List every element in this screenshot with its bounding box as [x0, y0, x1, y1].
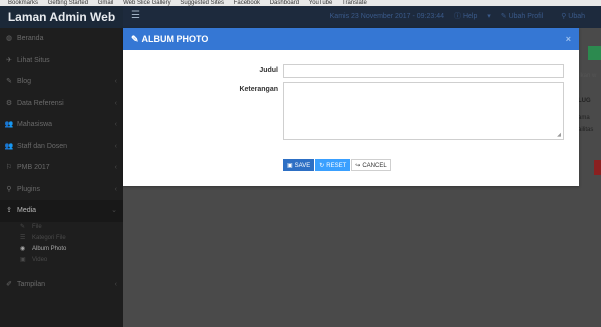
send-icon: ✈ [6, 56, 12, 64]
video-icon: ▣ [20, 256, 26, 263]
form-actions: ▣ SAVE ↻ RESET ↪ CANCEL [283, 159, 392, 171]
gear-icon: ⚙ [5, 99, 13, 107]
sidebar-item-mahasiswa[interactable]: 👥 Mahasiswa ‹ [0, 114, 123, 136]
change-user-link[interactable]: ⚲ Ubah [561, 13, 593, 20]
background-text: LUG [578, 98, 591, 104]
reset-button[interactable]: ↻ RESET [315, 159, 351, 171]
brand-logo[interactable]: Laman Admin Web [0, 6, 123, 28]
sidebar-item-media[interactable]: ⇪ Media ⌄ [0, 200, 123, 222]
sidebar-item-label: PMB 2017 [17, 164, 50, 171]
save-icon: ▣ [287, 163, 293, 169]
chevron-left-icon: ‹ [114, 280, 117, 288]
sidebar-item-label: Mahasiswa [17, 121, 53, 128]
chevron-down-icon: ⌄ [111, 207, 117, 214]
keterangan-label: Keterangan [239, 86, 278, 93]
datetime-text: Kamis 23 November 2017 - 09:23:44 [329, 13, 445, 20]
sidebar-item-label: Media [17, 207, 37, 214]
refresh-icon: ↻ [319, 163, 325, 169]
sidebar-subitem-kategori-file[interactable]: ☰ Kategori File [0, 233, 123, 244]
chevron-left-icon: ‹ [114, 142, 117, 150]
sidebar: ◍ Beranda ✈ Lihat Situs ✎ Blog ‹ ⚙ Data … [0, 28, 123, 327]
modal-header: ✎ ALBUM PHOTO × [123, 28, 579, 50]
sidebar-item-label: Staff dan Dosen [17, 142, 68, 150]
help-menu[interactable]: ⓘ Help ▾ [454, 13, 491, 20]
album-photo-modal: ✎ ALBUM PHOTO × Judul Keterangan ◢ ▣ SAVE ↻… [123, 28, 579, 186]
sidebar-subitem-album-photo[interactable]: ◉ Album Photo [0, 244, 123, 255]
sidebar-subitem-label: Video [32, 256, 48, 263]
chevron-left-icon: ‹ [114, 121, 117, 128]
share-icon: ↪ [355, 163, 361, 169]
bars-icon[interactable]: ☰ [131, 10, 140, 21]
judul-label: Judul [259, 67, 278, 74]
sidebar-item-label: Blog [17, 78, 32, 85]
keterangan-textarea[interactable]: ◢ [283, 82, 564, 140]
sidebar-item-blog[interactable]: ✎ Blog ‹ [0, 71, 123, 93]
chevron-left-icon: ‹ [114, 164, 117, 171]
sidebar-item-label: Tampilan [17, 280, 46, 288]
background-text: ailitas [578, 127, 594, 133]
sidebar-item-plugins[interactable]: ⚲ Plugins ‹ [0, 179, 123, 201]
chevron-left-icon: ‹ [114, 99, 117, 107]
plug-icon: ⚲ [6, 185, 12, 193]
background-text: ama [578, 115, 590, 121]
sidebar-item-data-referensi[interactable]: ⚙ Data Referensi ‹ [0, 93, 123, 115]
brush-icon: ✐ [6, 280, 12, 288]
sidebar-subitem-video[interactable]: ▣ Video [0, 255, 123, 266]
judul-input[interactable] [283, 64, 564, 78]
background-action-button [594, 160, 601, 175]
user-plus-icon: ⚐ [5, 164, 13, 171]
camera-icon: ◉ [20, 245, 26, 252]
edit-icon: ✎ [6, 78, 12, 85]
sidebar-item-beranda[interactable]: ◍ Beranda [0, 28, 123, 50]
change-profile-link[interactable]: ✎ Ubah Profil [501, 13, 551, 20]
sidebar-subitem-label: File [32, 223, 42, 230]
upload-icon: ⇪ [6, 207, 12, 214]
sidebar-item-label: Plugins [17, 185, 40, 193]
edit-icon: ✎ [131, 34, 139, 44]
sidebar-item-label: Beranda [17, 35, 44, 42]
topbar-right-menu: Kamis 23 November 2017 - 09:23:44 ⓘ Help… [330, 6, 601, 28]
modal-title: ALBUM PHOTO [141, 34, 209, 44]
background-text: ilkan w [578, 73, 597, 79]
sidebar-item-label: Data Referensi [17, 99, 64, 107]
dashboard-icon: ◍ [5, 35, 13, 42]
sidebar-item-label: Lihat Situs [17, 56, 50, 64]
sidebar-item-tampilan[interactable]: ✐ Tampilan ‹ [0, 274, 123, 296]
sidebar-item-staff-dosen[interactable]: 👥 Staff dan Dosen ‹ [0, 136, 123, 158]
sidebar-item-pmb[interactable]: ⚐ PMB 2017 ‹ [0, 157, 123, 179]
sidebar-subitem-label: Album Photo [32, 245, 67, 252]
sidebar-item-lihat-situs[interactable]: ✈ Lihat Situs [0, 50, 123, 72]
sidebar-subitem-file[interactable]: ✎ File [0, 222, 123, 233]
users-icon: 👥 [4, 142, 14, 150]
save-button[interactable]: ▣ SAVE [283, 159, 315, 171]
close-icon[interactable]: × [566, 28, 571, 50]
chevron-left-icon: ‹ [114, 78, 117, 85]
chevron-left-icon: ‹ [114, 185, 117, 193]
cancel-button[interactable]: ↪ CANCEL [351, 159, 391, 171]
resize-handle-icon[interactable]: ◢ [557, 132, 561, 138]
file-icon: ✎ [20, 223, 26, 230]
users-icon: 👥 [4, 121, 14, 128]
sidebar-subitem-label: Kategori File [32, 234, 66, 241]
list-icon: ☰ [20, 234, 26, 241]
background-add-button [588, 46, 601, 60]
